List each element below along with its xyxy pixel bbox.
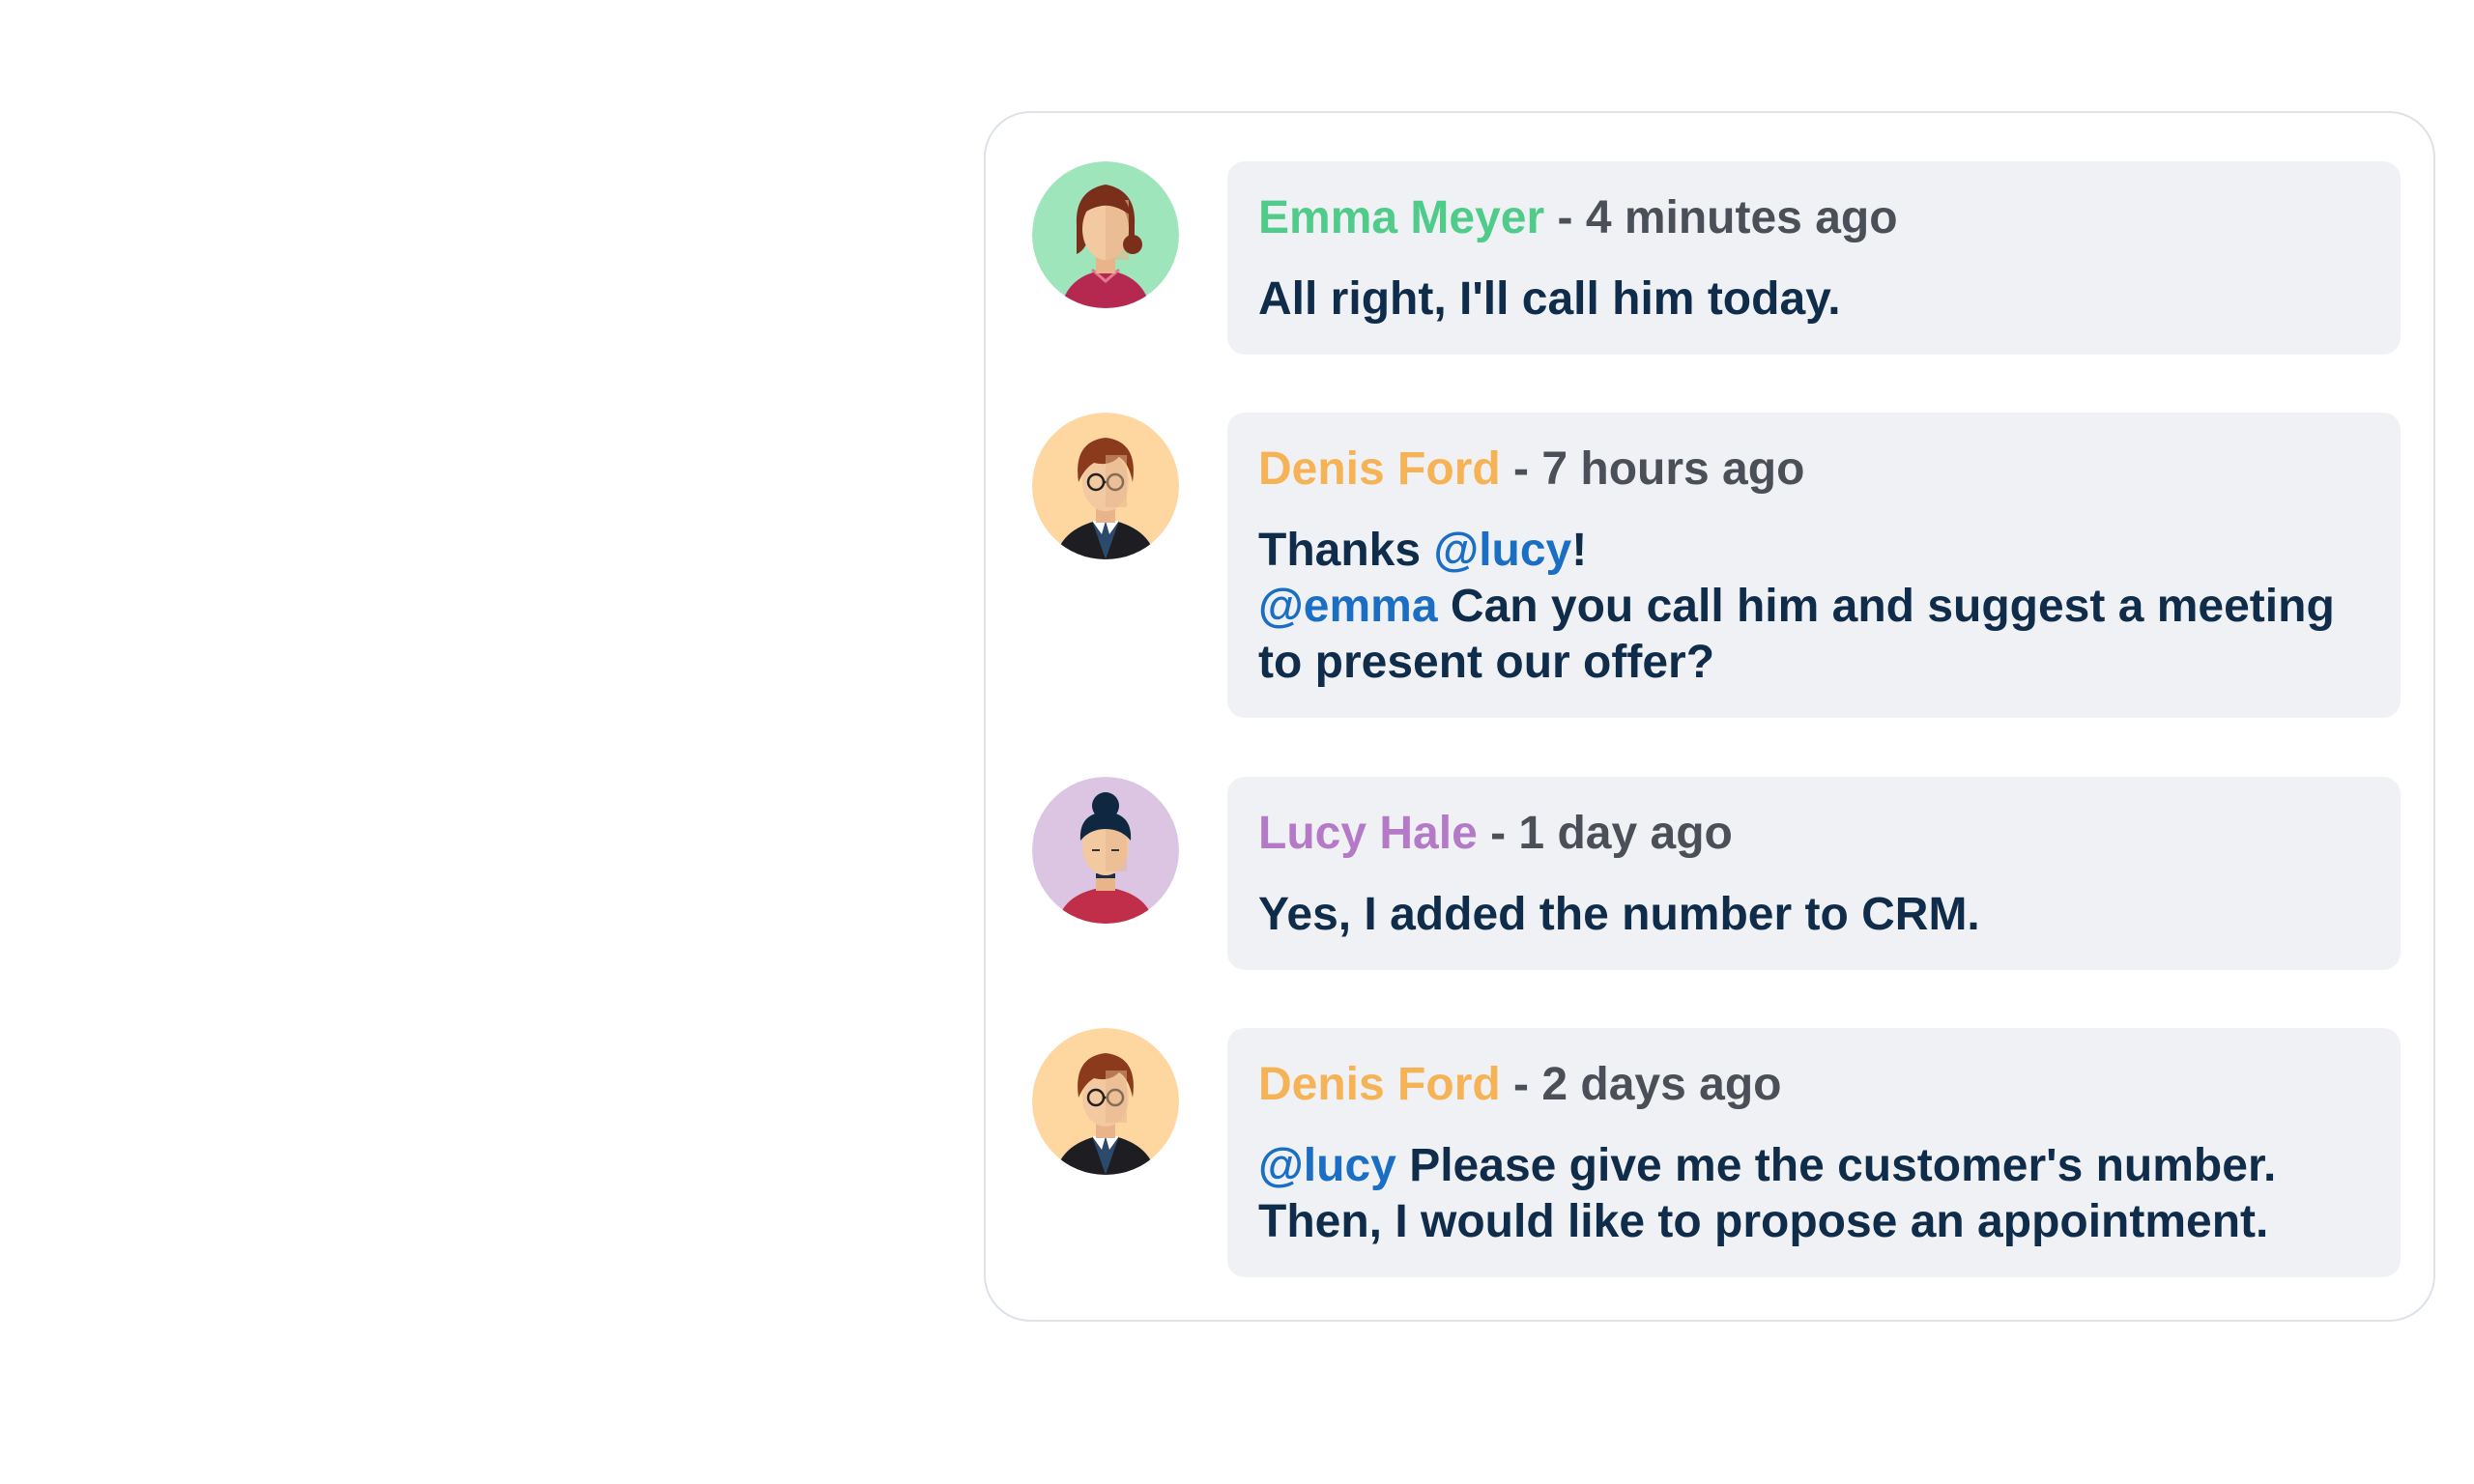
comment-separator: - — [1500, 443, 1542, 495]
comment-author[interactable]: Denis Ford — [1258, 1059, 1501, 1110]
comment-text: Thanks @lucy! @emma Can you call him and… — [1258, 523, 2370, 691]
woman-hair-bun-avatar-icon — [1032, 777, 1179, 924]
comment-text: @lucy Please give me the customer's numb… — [1258, 1138, 2370, 1250]
comment-meta: Emma Meyer - 4 minutes ago — [1258, 186, 2370, 250]
comment-author[interactable]: Emma Meyer — [1258, 192, 1544, 243]
comment-time: 4 minutes ago — [1585, 192, 1898, 243]
comment-meta: Denis Ford - 7 hours ago — [1258, 438, 2370, 501]
mention-link[interactable]: @lucy — [1433, 525, 1571, 576]
comment-text-segment: All right, I'll call him today. — [1258, 273, 1841, 325]
comment-bubble: Emma Meyer - 4 minutes ago All right, I'… — [1227, 161, 2401, 355]
comment-text: All right, I'll call him today. — [1258, 271, 2370, 328]
comment-meta: Lucy Hale - 1 day ago — [1258, 802, 2370, 866]
comment-author[interactable]: Denis Ford — [1258, 443, 1501, 495]
comment-text: Yes, I added the number to CRM. — [1258, 887, 2370, 943]
comment-text-segment: Thanks — [1258, 525, 1434, 576]
mention-link[interactable]: @lucy — [1258, 1140, 1396, 1191]
comment-text-segment: to present our offer? — [1258, 637, 1715, 688]
comment-text-segment: Yes, I added the number to CRM. — [1258, 889, 1980, 940]
comment-meta: Denis Ford - 2 days ago — [1258, 1053, 2370, 1117]
comment-separator: - — [1500, 1059, 1542, 1110]
man-glasses-avatar-icon — [1032, 1028, 1179, 1175]
comment-text-segment: Please give me the customer's number. — [1395, 1140, 2277, 1191]
man-glasses-avatar-icon — [1032, 413, 1179, 559]
comment-text-segment: Can you call him and suggest a meeting — [1437, 581, 2335, 632]
comment-bubble: Denis Ford - 2 days ago @lucy Please giv… — [1227, 1028, 2401, 1277]
comment-separator: - — [1544, 192, 1586, 243]
woman-brown-hair-avatar-icon — [1032, 161, 1179, 308]
comment-text-segment: Then, I would like to propose an appoint… — [1258, 1196, 2269, 1247]
comment-separator: - — [1477, 808, 1519, 859]
comment-author[interactable]: Lucy Hale — [1258, 808, 1478, 859]
comment-time: 7 hours ago — [1541, 443, 1805, 495]
comment-time: 1 day ago — [1518, 808, 1733, 859]
comment-bubble: Lucy Hale - 1 day ago Yes, I added the n… — [1227, 777, 2401, 970]
comment-time: 2 days ago — [1541, 1059, 1782, 1110]
comment-text-segment: ! — [1571, 525, 1588, 576]
comment-bubble: Denis Ford - 7 hours ago Thanks @lucy! @… — [1227, 413, 2401, 718]
comments-panel: Emma Meyer - 4 minutes ago All right, I'… — [984, 111, 2435, 1322]
mention-link[interactable]: @emma — [1258, 581, 1438, 632]
